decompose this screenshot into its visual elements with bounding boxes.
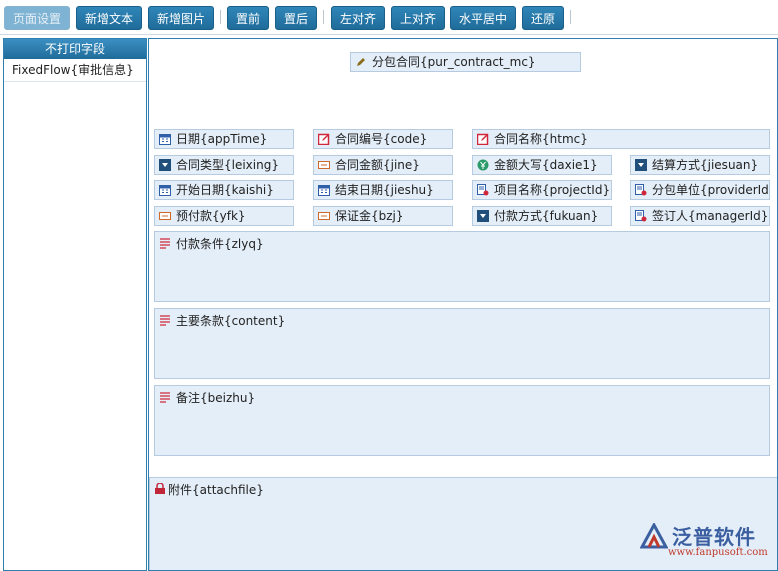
- field-label: 合同名称{htmc}: [494, 132, 588, 146]
- field-label: 开始日期{kaishi}: [176, 183, 274, 197]
- field-subcontractor[interactable]: 分包单位{providerId}: [630, 180, 770, 200]
- field-start-date[interactable]: 开始日期{kaishi}: [154, 180, 294, 200]
- field-label: 项目名称{projectId}: [494, 183, 611, 197]
- add-image-button[interactable]: 新增图片: [148, 6, 214, 30]
- field-label: 金额大写{daxie1}: [494, 158, 598, 172]
- send-back-button[interactable]: 置后: [275, 6, 317, 30]
- align-left-button[interactable]: 左对齐: [331, 6, 385, 30]
- center-horizontal-button[interactable]: 水平居中: [450, 6, 516, 30]
- dropdown-icon: [477, 210, 489, 222]
- field-payment-method[interactable]: 付款方式{fukuan}: [472, 206, 612, 226]
- list-item[interactable]: FixedFlow{审批信息}: [4, 59, 146, 82]
- toolbar-divider: [570, 10, 571, 24]
- field-label: 付款方式{fukuan}: [494, 209, 599, 223]
- add-text-button[interactable]: 新增文本: [76, 6, 142, 30]
- field-amount-words[interactable]: 金额大写{daxie1}: [472, 155, 612, 175]
- field-settlement[interactable]: 结算方式{jiesuan}: [630, 155, 770, 175]
- brand-watermark: 泛普软件 www.fanpusoft.com: [640, 521, 770, 563]
- bring-front-button[interactable]: 置前: [227, 6, 269, 30]
- field-main-terms[interactable]: 主要条款{content}: [154, 308, 770, 379]
- textarea-icon: [160, 238, 170, 249]
- dropdown-icon: [159, 159, 171, 171]
- field-contract-name[interactable]: 合同名称{htmc}: [472, 129, 770, 149]
- field-date[interactable]: 日期{appTime}: [154, 129, 294, 149]
- money-input-icon: [318, 161, 330, 169]
- brand-name: 泛普软件: [672, 525, 756, 549]
- edit-icon: [318, 133, 330, 145]
- toolbar-divider: [220, 10, 221, 24]
- toolbar-divider: [323, 10, 324, 24]
- field-label: 合同金额{jine}: [335, 158, 420, 172]
- field-label: 合同类型{leixing}: [176, 158, 279, 172]
- textarea-icon: [160, 392, 170, 403]
- field-contract-type[interactable]: 合同类型{leixing}: [154, 155, 294, 175]
- calendar-icon: [318, 185, 330, 196]
- field-prepayment[interactable]: 预付款{yfk}: [154, 206, 294, 226]
- field-label: 分包合同{pur_contract_mc}: [372, 55, 536, 69]
- field-end-date[interactable]: 结束日期{jieshu}: [313, 180, 453, 200]
- field-payment-terms[interactable]: 付款条件{zlyq}: [154, 231, 770, 302]
- yen-icon: [477, 159, 489, 171]
- field-contract-title[interactable]: 分包合同{pur_contract_mc}: [350, 52, 581, 72]
- panel-header: 不打印字段: [4, 39, 146, 59]
- select-popup-icon: [635, 210, 647, 222]
- field-remarks[interactable]: 备注{beizhu}: [154, 385, 770, 456]
- select-popup-icon: [477, 184, 489, 196]
- calendar-icon: [159, 185, 171, 196]
- edit-icon: [477, 133, 489, 145]
- field-label: 预付款{yfk}: [176, 209, 246, 223]
- calendar-icon: [159, 134, 171, 145]
- field-label: 结算方式{jiesuan}: [652, 158, 759, 172]
- field-label: 备注{beizhu}: [176, 391, 256, 405]
- field-label: 付款条件{zlyq}: [176, 237, 264, 251]
- non-print-fields-panel: 不打印字段 FixedFlow{审批信息}: [3, 38, 147, 571]
- field-amount[interactable]: 合同金额{jine}: [313, 155, 453, 175]
- money-input-icon: [318, 212, 330, 220]
- logo-icon: [640, 523, 668, 549]
- field-label: 日期{appTime}: [176, 132, 268, 146]
- select-popup-icon: [635, 184, 647, 196]
- field-label: 合同编号{code}: [335, 132, 428, 146]
- field-signer[interactable]: 签订人{managerId}: [630, 206, 770, 226]
- field-project-name[interactable]: 项目名称{projectId}: [472, 180, 612, 200]
- toolbar: 页面设置 新增文本 新增图片 置前 置后 左对齐 上对齐 水平居中 还原: [0, 0, 778, 35]
- field-code[interactable]: 合同编号{code}: [313, 129, 453, 149]
- page-setup-button[interactable]: 页面设置: [4, 6, 70, 30]
- field-label: 签订人{managerId}: [652, 209, 769, 223]
- field-deposit[interactable]: 保证金{bzj}: [313, 206, 453, 226]
- brand-url: www.fanpusoft.com: [668, 547, 768, 558]
- restore-button[interactable]: 还原: [522, 6, 564, 30]
- field-label: 分包单位{providerId}: [652, 183, 770, 197]
- dropdown-icon: [635, 159, 647, 171]
- align-top-button[interactable]: 上对齐: [391, 6, 445, 30]
- pencil-icon: [357, 58, 365, 66]
- money-input-icon: [159, 212, 171, 220]
- field-label: 保证金{bzj}: [335, 209, 404, 223]
- design-canvas: 分包合同{pur_contract_mc} 日期{appTime} 合同编号{c…: [148, 38, 778, 571]
- field-label: 主要条款{content}: [176, 314, 286, 328]
- field-label: 结束日期{jieshu}: [335, 183, 434, 197]
- textarea-icon: [160, 315, 170, 326]
- attachment-icon: [155, 483, 165, 494]
- field-label: 附件{attachfile}: [168, 483, 264, 497]
